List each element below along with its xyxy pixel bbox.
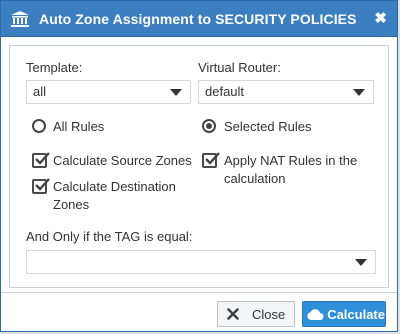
calc-source-checkbox[interactable] [32,152,50,168]
cloud-icon [303,308,327,321]
calc-dest-label-line2: Zones [53,197,90,212]
close-button[interactable]: Close [217,301,295,327]
template-select[interactable]: all [26,80,191,104]
close-icon[interactable]: ✖ [374,11,387,26]
dialog-title: Auto Zone Assignment to SECURITY POLICIE… [39,10,357,27]
calculate-button[interactable]: Calculate [302,301,386,327]
virtual-router-select[interactable]: default [198,80,374,104]
checkmark-icon [35,178,50,191]
selected-rules-label: Selected Rules [224,119,312,134]
checkmark-icon [205,152,220,165]
tag-select[interactable] [26,250,376,274]
apply-nat-label-line1: Apply NAT Rules in the [224,153,358,168]
apply-nat-label-line2: calculation [224,171,286,186]
virtual-router-label: Virtual Router: [198,60,281,75]
template-value: all [33,84,47,99]
calc-dest-checkbox[interactable] [32,178,50,194]
calculate-button-label: Calculate [327,306,385,322]
apply-nat-checkbox[interactable] [202,152,220,168]
x-icon [218,308,248,320]
calc-source-label: Calculate Source Zones [53,153,192,168]
tag-label: And Only if the TAG is equal: [26,229,193,244]
close-button-label: Close [252,306,286,322]
template-label: Template: [26,60,83,75]
auto-zone-dialog: Auto Zone Assignment to SECURITY POLICIE… [0,0,398,332]
calc-dest-label-line1: Calculate Destination [53,179,176,194]
chevron-down-icon [170,89,182,96]
bank-icon [9,9,31,29]
checkmark-icon [35,152,50,165]
all-rules-radio[interactable] [32,119,46,133]
form-panel: Template: all Virtual Router: default Al… [9,45,389,288]
footer-divider [1,292,397,293]
chevron-down-icon [355,259,367,266]
chevron-down-icon [353,89,365,96]
selected-rules-radio[interactable] [202,119,216,133]
dialog-titlebar: Auto Zone Assignment to SECURITY POLICIE… [1,1,397,37]
virtual-router-value: default [205,84,245,99]
all-rules-label: All Rules [53,119,105,134]
